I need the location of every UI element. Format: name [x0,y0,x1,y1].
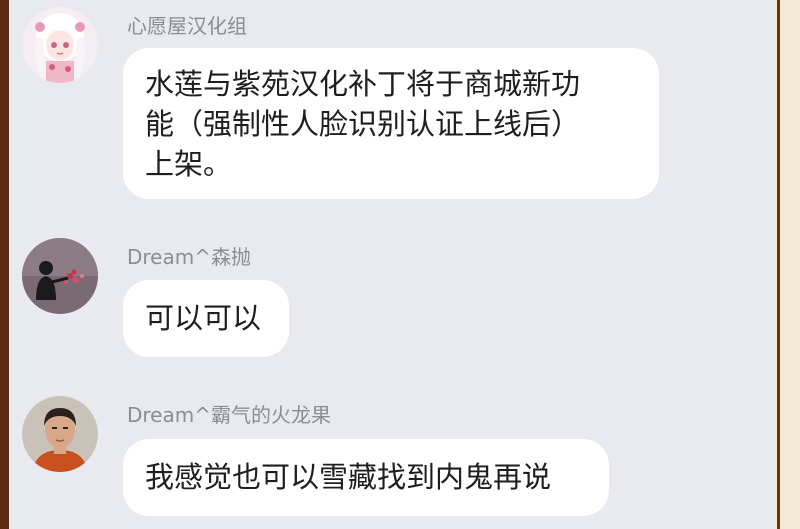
message-text-line: 上架。 [145,147,233,181]
silhouette-flowers-avatar-icon[interactable] [22,238,98,314]
sender-name: 心愿屋汉化组 [127,14,247,38]
message-text-line: 能（强制性人脸识别认证上线后） [145,107,581,141]
sender-name: Dream^霸气的火龙果 [127,403,331,427]
chat-area[interactable]: 心愿屋汉化组 水莲与紫苑汉化补丁将于商城新功 能（强制性人脸识别认证上线后） 上… [9,0,774,529]
message-bubble[interactable]: 可以可以 [123,280,289,357]
sender-name: Dream^森抛 [127,245,251,269]
message-text-line: 我感觉也可以雪藏找到内鬼再说 [145,460,552,494]
message-bubble[interactable]: 水莲与紫苑汉化补丁将于商城新功 能（强制性人脸识别认证上线后） 上架。 [123,48,659,199]
message-text-line: 水莲与紫苑汉化补丁将于商城新功 [145,67,581,101]
right-border-line [777,0,780,529]
man-portrait-avatar-icon[interactable] [22,396,98,472]
anime-girl-avatar-icon[interactable] [22,7,98,83]
left-border [0,0,9,529]
message-bubble[interactable]: 我感觉也可以雪藏找到内鬼再说 [123,439,609,516]
message-text-line: 可以可以 [145,301,262,335]
